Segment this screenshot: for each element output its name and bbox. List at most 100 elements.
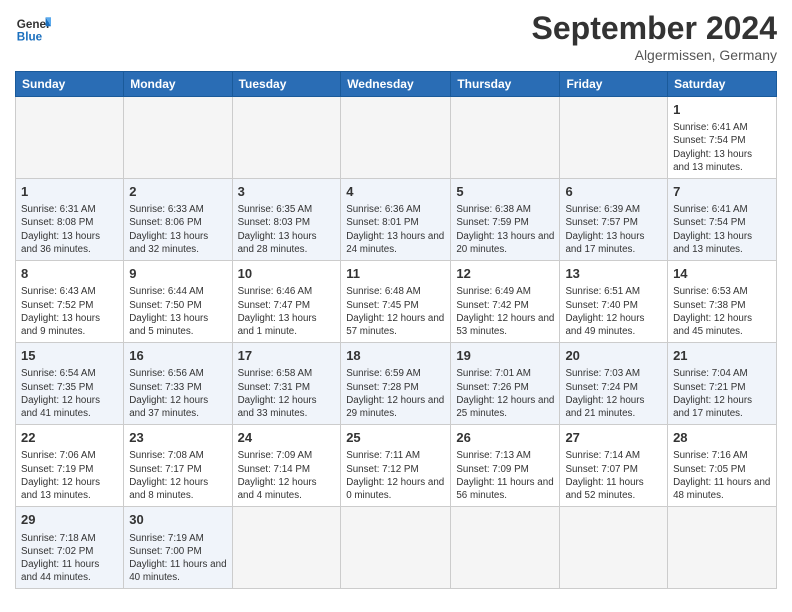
calendar-cell: 11 Sunrise: 6:48 AMSunset: 7:45 PMDayligh… [341, 261, 451, 343]
calendar-week-row: 1Sunrise: 6:41 AMSunset: 7:54 PMDaylight… [16, 97, 777, 179]
page: General Blue September 2024 Algermissen,… [0, 0, 792, 612]
day-info: Sunrise: 6:59 AMSunset: 7:28 PMDaylight:… [346, 367, 445, 420]
day-info: Sunrise: 6:48 AMSunset: 7:45 PMDaylight:… [346, 285, 445, 338]
day-info: Sunrise: 6:51 AMSunset: 7:40 PMDaylight:… [565, 285, 662, 338]
day-info: Sunrise: 6:54 AMSunset: 7:35 PMDaylight:… [21, 367, 118, 420]
calendar-week-row: 8 Sunrise: 6:43 AMSunset: 7:52 PMDaylight… [16, 261, 777, 343]
calendar-cell: 7Sunrise: 6:41 AMSunset: 7:54 PMDaylight… [668, 179, 777, 261]
day-number: 4 [346, 183, 445, 201]
day-info: Sunrise: 7:16 AMSunset: 7:05 PMDaylight:… [673, 449, 771, 502]
day-number: 10 [238, 265, 336, 283]
day-info: Sunrise: 7:19 AMSunset: 7:00 PMDaylight:… [129, 532, 226, 585]
day-number: 7 [673, 183, 771, 201]
day-number: 2 [129, 183, 226, 201]
day-number: 11 [346, 265, 445, 283]
calendar-cell: 15Sunrise: 6:54 AMSunset: 7:35 PMDayligh… [16, 343, 124, 425]
calendar-cell: 12 Sunrise: 6:49 AMSunset: 7:42 PMDayligh… [451, 261, 560, 343]
calendar-week-row: 1Sunrise: 6:31 AMSunset: 8:08 PMDaylight… [16, 179, 777, 261]
col-wednesday: Wednesday [341, 72, 451, 97]
location: Algermissen, Germany [532, 47, 777, 63]
calendar-cell: 9 Sunrise: 6:44 AMSunset: 7:50 PMDaylight… [124, 261, 232, 343]
calendar-week-row: 22Sunrise: 7:06 AMSunset: 7:19 PMDayligh… [16, 425, 777, 507]
calendar-cell [341, 97, 451, 179]
day-info: Sunrise: 7:11 AMSunset: 7:12 PMDaylight:… [346, 449, 445, 502]
calendar-cell [560, 507, 668, 589]
calendar-cell: 21 Sunrise: 7:04 AMSunset: 7:21 PMDayligh… [668, 343, 777, 425]
calendar-cell: 22Sunrise: 7:06 AMSunset: 7:19 PMDayligh… [16, 425, 124, 507]
calendar-cell: 24 Sunrise: 7:09 AMSunset: 7:14 PMDayligh… [232, 425, 341, 507]
day-info: Sunrise: 7:06 AMSunset: 7:19 PMDaylight:… [21, 449, 118, 502]
calendar-cell [560, 97, 668, 179]
logo-icon: General Blue [15, 10, 51, 46]
calendar-cell [668, 507, 777, 589]
day-number: 27 [565, 429, 662, 447]
calendar-cell: 14 Sunrise: 6:53 AMSunset: 7:38 PMDayligh… [668, 261, 777, 343]
calendar-week-row: 15Sunrise: 6:54 AMSunset: 7:35 PMDayligh… [16, 343, 777, 425]
day-number: 26 [456, 429, 554, 447]
calendar-cell: 4Sunrise: 6:36 AMSunset: 8:01 PMDaylight… [341, 179, 451, 261]
month-title: September 2024 [532, 10, 777, 47]
day-info: Sunrise: 7:09 AMSunset: 7:14 PMDaylight:… [238, 449, 336, 502]
header: General Blue September 2024 Algermissen,… [15, 10, 777, 63]
calendar-cell: 3 Sunrise: 6:35 AMSunset: 8:03 PMDaylight… [232, 179, 341, 261]
day-info: Sunrise: 6:58 AMSunset: 7:31 PMDaylight:… [238, 367, 336, 420]
logo: General Blue [15, 10, 51, 46]
day-info: Sunrise: 7:18 AMSunset: 7:02 PMDaylight:… [21, 532, 118, 585]
day-info: Sunrise: 6:56 AMSunset: 7:33 PMDaylight:… [129, 367, 226, 420]
day-number: 12 [456, 265, 554, 283]
day-info: Sunrise: 7:04 AMSunset: 7:21 PMDaylight:… [673, 367, 771, 420]
day-info: Sunrise: 7:01 AMSunset: 7:26 PMDaylight:… [456, 367, 554, 420]
calendar-cell: 6 Sunrise: 6:39 AMSunset: 7:57 PMDaylight… [560, 179, 668, 261]
col-thursday: Thursday [451, 72, 560, 97]
day-number: 24 [238, 429, 336, 447]
day-info: Sunrise: 6:43 AMSunset: 7:52 PMDaylight:… [21, 285, 118, 338]
day-number: 8 [21, 265, 118, 283]
day-info: Sunrise: 6:46 AMSunset: 7:47 PMDaylight:… [238, 285, 336, 338]
day-info: Sunrise: 6:31 AMSunset: 8:08 PMDaylight:… [21, 203, 118, 256]
day-info: Sunrise: 7:14 AMSunset: 7:07 PMDaylight:… [565, 449, 662, 502]
day-number: 18 [346, 347, 445, 365]
col-sunday: Sunday [16, 72, 124, 97]
day-number: 25 [346, 429, 445, 447]
calendar-cell: 17 Sunrise: 6:58 AMSunset: 7:31 PMDayligh… [232, 343, 341, 425]
col-monday: Monday [124, 72, 232, 97]
day-number: 9 [129, 265, 226, 283]
calendar-cell: 25 Sunrise: 7:11 AMSunset: 7:12 PMDayligh… [341, 425, 451, 507]
day-number: 21 [673, 347, 771, 365]
calendar-cell: 28 Sunrise: 7:16 AMSunset: 7:05 PMDayligh… [668, 425, 777, 507]
col-tuesday: Tuesday [232, 72, 341, 97]
day-info: Sunrise: 7:13 AMSunset: 7:09 PMDaylight:… [456, 449, 554, 502]
calendar-cell [451, 507, 560, 589]
calendar-cell: 27 Sunrise: 7:14 AMSunset: 7:07 PMDayligh… [560, 425, 668, 507]
day-number: 28 [673, 429, 771, 447]
day-info: Sunrise: 7:08 AMSunset: 7:17 PMDaylight:… [129, 449, 226, 502]
calendar-cell: 1Sunrise: 6:31 AMSunset: 8:08 PMDaylight… [16, 179, 124, 261]
calendar-cell [232, 507, 341, 589]
calendar-cell: 20Sunrise: 7:03 AMSunset: 7:24 PMDayligh… [560, 343, 668, 425]
day-info: Sunrise: 6:38 AMSunset: 7:59 PMDaylight:… [456, 203, 554, 256]
day-number: 13 [565, 265, 662, 283]
day-info: Sunrise: 6:33 AMSunset: 8:06 PMDaylight:… [129, 203, 226, 256]
day-info: Sunrise: 6:53 AMSunset: 7:38 PMDaylight:… [673, 285, 771, 338]
calendar-cell: 2 Sunrise: 6:33 AMSunset: 8:06 PMDaylight… [124, 179, 232, 261]
calendar-cell [341, 507, 451, 589]
header-row: Sunday Monday Tuesday Wednesday Thursday… [16, 72, 777, 97]
day-number: 14 [673, 265, 771, 283]
day-number: 30 [129, 511, 226, 529]
day-number: 17 [238, 347, 336, 365]
day-number: 6 [565, 183, 662, 201]
day-number: 1 [673, 101, 771, 119]
calendar-cell: 1Sunrise: 6:41 AMSunset: 7:54 PMDaylight… [668, 97, 777, 179]
day-number: 3 [238, 183, 336, 201]
day-number: 23 [129, 429, 226, 447]
day-info: Sunrise: 6:35 AMSunset: 8:03 PMDaylight:… [238, 203, 336, 256]
day-info: Sunrise: 6:39 AMSunset: 7:57 PMDaylight:… [565, 203, 662, 256]
calendar-cell: 16Sunrise: 6:56 AMSunset: 7:33 PMDayligh… [124, 343, 232, 425]
calendar-cell [232, 97, 341, 179]
calendar-cell [451, 97, 560, 179]
col-friday: Friday [560, 72, 668, 97]
calendar-cell: 30 Sunrise: 7:19 AMSunset: 7:00 PMDayligh… [124, 507, 232, 589]
title-block: September 2024 Algermissen, Germany [532, 10, 777, 63]
day-info: Sunrise: 6:44 AMSunset: 7:50 PMDaylight:… [129, 285, 226, 338]
day-info: Sunrise: 6:49 AMSunset: 7:42 PMDaylight:… [456, 285, 554, 338]
